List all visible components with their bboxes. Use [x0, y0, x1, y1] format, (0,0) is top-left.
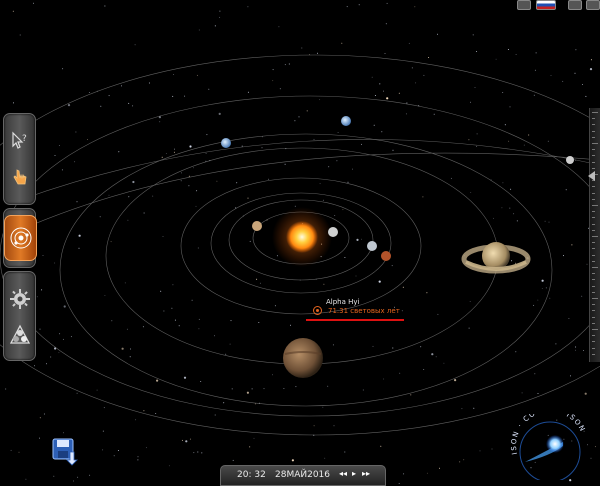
sun[interactable] — [286, 221, 318, 253]
gear-icon — [9, 289, 30, 309]
star-label-underline — [306, 319, 404, 321]
planet-neptune[interactable] — [341, 116, 351, 126]
fast-forward-button[interactable]: ▸▸ — [362, 469, 370, 478]
zoom-pointer[interactable] — [588, 171, 595, 181]
cursor-question-icon: ? — [11, 131, 27, 149]
planet-uranus[interactable] — [221, 138, 231, 148]
planet-earth[interactable] — [367, 241, 377, 251]
fullscreen-icon[interactable] — [586, 0, 600, 10]
star-name-label: Alpha Hyi — [326, 298, 360, 306]
planet-jupiter[interactable] — [283, 338, 323, 378]
save-button[interactable] — [52, 438, 80, 466]
planet-pluto[interactable] — [566, 156, 574, 164]
share-icon[interactable] — [568, 0, 582, 10]
time-control-bar: 20: 32 28МАЙ2016 ◂◂ ▸ ▸▸ — [220, 465, 386, 486]
settings-button[interactable] — [4, 282, 35, 316]
star-target-marker[interactable] — [313, 306, 322, 315]
svg-text:?: ? — [22, 134, 27, 144]
planet-mercury[interactable] — [328, 227, 338, 237]
ison-comet-logo: ISON · COMET · ISON — [510, 414, 585, 480]
solar-system-view[interactable] — [0, 0, 600, 484]
planet-venus[interactable] — [252, 221, 262, 231]
hand-pointer-icon — [13, 169, 26, 185]
language-flag-icon[interactable] — [536, 0, 556, 10]
star-distance-label: 71.31 световых лет — [328, 307, 400, 315]
play-button[interactable]: ▸ — [352, 469, 356, 478]
hand-tool-button[interactable] — [4, 160, 35, 194]
floppy-download-icon — [52, 438, 78, 466]
camera-icon[interactable] — [517, 0, 531, 10]
zoom-scale[interactable] — [589, 108, 600, 362]
planet-saturn[interactable] — [482, 242, 510, 270]
toolbar-middle-group — [3, 208, 37, 268]
triangle-circles-icon — [9, 324, 30, 344]
solar-system-button[interactable] — [4, 215, 37, 261]
view-mode-button[interactable] — [4, 318, 35, 352]
select-help-button[interactable]: ? — [4, 124, 35, 158]
toolbar-bottom-group — [3, 271, 36, 361]
time-display[interactable]: 20: 32 — [237, 470, 266, 480]
date-display[interactable]: 28МАЙ2016 — [275, 470, 330, 480]
planet-mars[interactable] — [381, 251, 391, 261]
rewind-button[interactable]: ◂◂ — [339, 469, 347, 478]
orbits-icon — [10, 227, 31, 249]
toolbar-top-group: ? — [3, 113, 36, 205]
